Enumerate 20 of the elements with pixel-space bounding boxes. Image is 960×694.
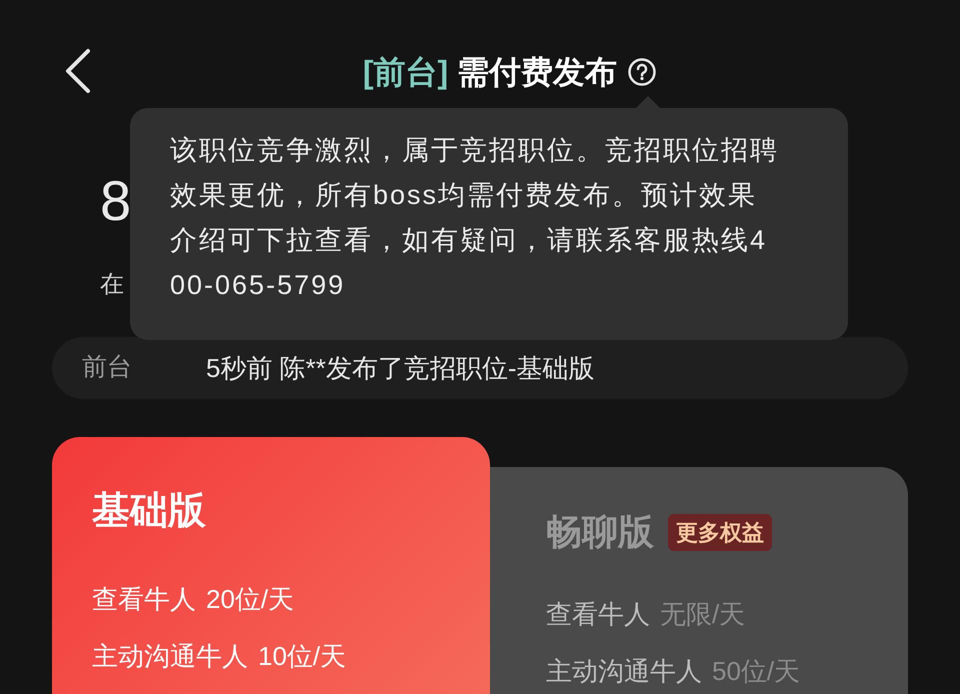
plan-card[interactable]: 畅聊版 更多权益 查看牛人 无限/天 主动沟通牛人 50位/天	[490, 467, 908, 694]
feature-label: 查看牛人	[546, 598, 650, 631]
feature-label: 主动沟通牛人	[546, 655, 702, 688]
feature-value: 50位/天	[712, 655, 800, 688]
tooltip-text: 该职位竞争激烈，属于竞招职位。竞招职位招聘效果更优，所有boss均需付费发布。预计效果介绍可下拉查看，如有疑问，请联系客服热线400-065-5799	[170, 134, 780, 302]
info-text: 在	[100, 270, 125, 300]
feature-label: 主动沟通牛人	[92, 640, 248, 673]
help-icon[interactable]	[627, 56, 658, 86]
plan-name: 畅聊版	[546, 510, 654, 554]
page-title: [前台] 需付费发布	[362, 52, 618, 92]
notice-label: 前台	[82, 352, 132, 384]
notice-message: 5秒前 陈**发布了竞招职位-基础版	[206, 352, 595, 384]
feature-value: 10位/天	[258, 640, 346, 673]
plan-name: 基础版	[92, 489, 206, 534]
plan-badge: 更多权益	[668, 514, 772, 550]
plan-card[interactable]: 基础版 查看牛人 20位/天 主动沟通牛人 10位/天	[52, 437, 490, 694]
feature-label: 查看牛人	[92, 583, 196, 616]
feature-value: 20位/天	[206, 583, 294, 616]
big-number: 8	[100, 173, 130, 229]
feature-value: 无限/天	[660, 598, 746, 631]
